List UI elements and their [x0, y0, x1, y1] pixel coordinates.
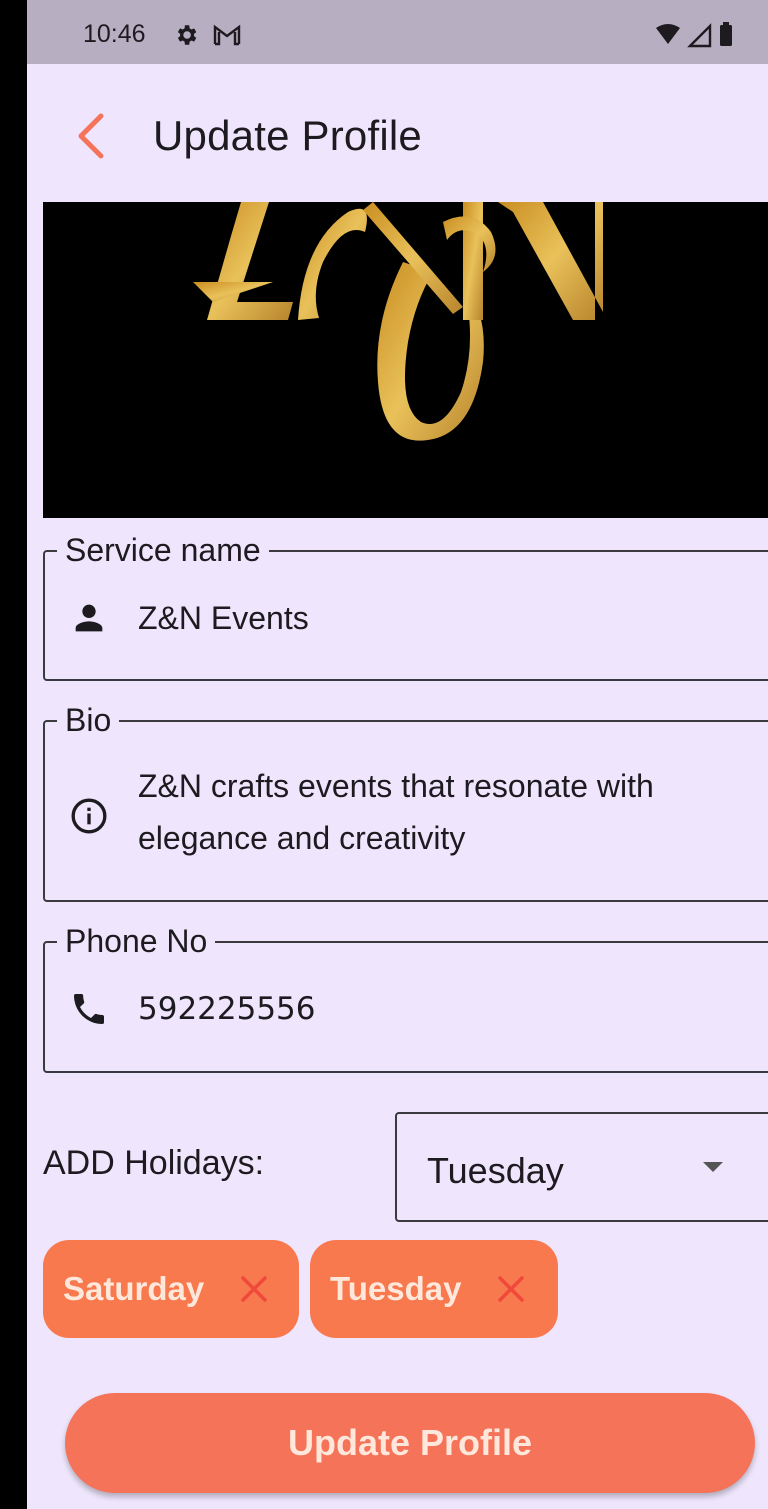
chip-label: Tuesday [330, 1270, 462, 1307]
phone-label: Phone No [57, 921, 216, 961]
app-bar: Update Profile [27, 64, 768, 202]
holiday-dropdown[interactable]: Tuesday [395, 1112, 768, 1222]
bio-field[interactable]: Bio Z&N crafts events that resonate with… [43, 700, 768, 902]
update-profile-label: Update Profile [287, 1422, 533, 1463]
bio-value-line2: elegance and creativity [138, 820, 466, 856]
bio-label: Bio [57, 700, 120, 740]
chevron-left-icon[interactable] [67, 110, 113, 162]
wifi-icon [656, 24, 680, 44]
signal-icon [687, 23, 712, 48]
battery-icon [720, 25, 732, 46]
zn-logo [193, 202, 603, 441]
phone-field[interactable]: Phone No 592225556 [43, 921, 768, 1073]
page-title: Update Profile [153, 112, 422, 159]
status-bar: 10:46 [27, 0, 768, 64]
phone-icon [74, 994, 104, 1024]
phone-value: 592225556 [138, 991, 316, 1027]
holiday-dropdown-value: Tuesday [427, 1150, 564, 1191]
service-name-label: Service name [57, 530, 269, 570]
info-icon [71, 798, 107, 834]
chevron-down-icon [703, 1162, 723, 1172]
close-icon[interactable] [496, 1274, 526, 1304]
holiday-chip-saturday: Saturday [43, 1240, 299, 1338]
service-name-value: Z&N Events [138, 600, 309, 636]
gear-icon [177, 25, 197, 45]
holiday-chip-tuesday: Tuesday [310, 1240, 558, 1338]
service-name-field[interactable]: Service name Z&N Events [43, 530, 768, 681]
chip-label: Saturday [63, 1270, 205, 1307]
status-time: 10:46 [83, 20, 146, 48]
gmail-icon [213, 24, 241, 46]
add-holidays-label: ADD Holidays: [43, 1144, 265, 1182]
status-icons [656, 22, 732, 48]
close-icon[interactable] [239, 1274, 269, 1304]
screen: 10:46 Update Profile Service name Z&N Ev… [27, 0, 768, 1509]
person-icon [75, 604, 103, 632]
bio-value-line1: Z&N crafts events that resonate with [138, 768, 654, 804]
profile-banner-image [43, 202, 768, 518]
update-profile-button[interactable]: Update Profile [65, 1393, 755, 1493]
